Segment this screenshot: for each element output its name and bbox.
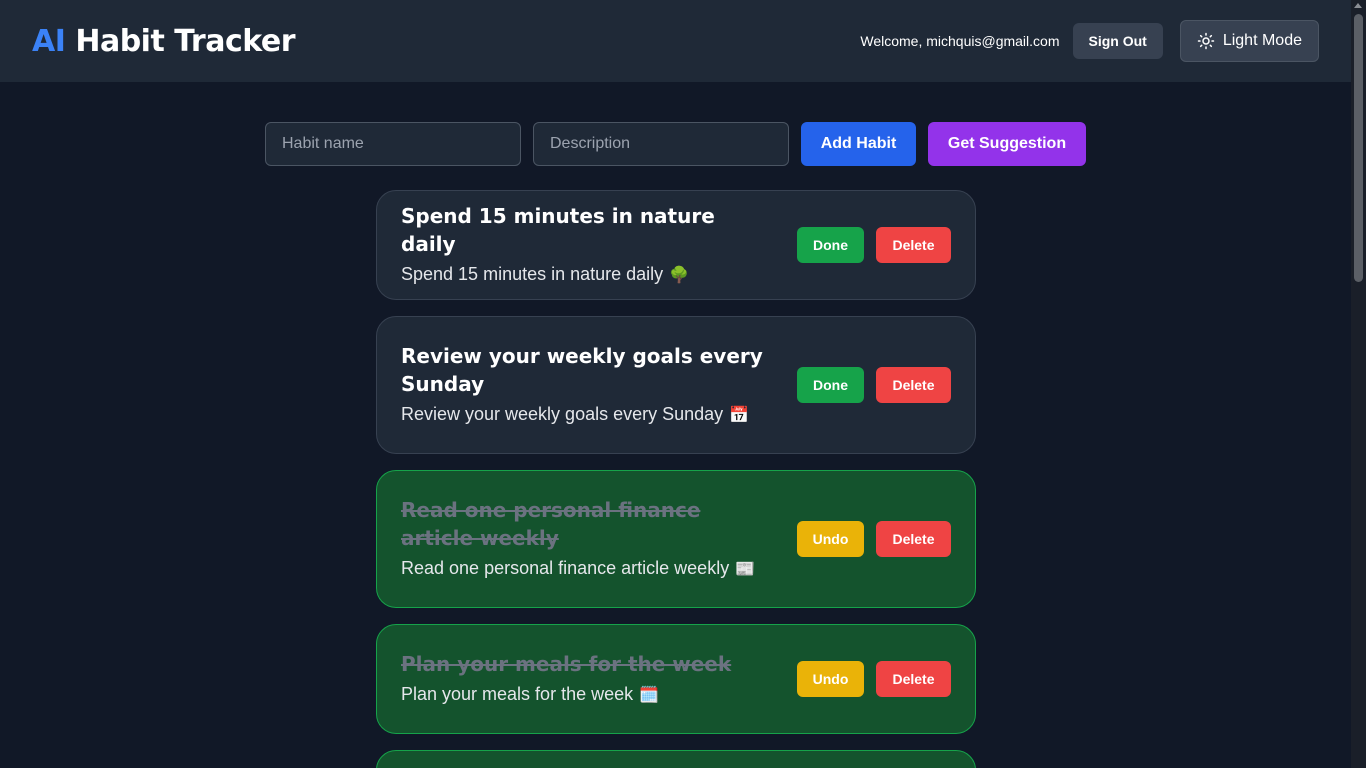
habit-actions: Done Delete <box>797 227 951 263</box>
newspaper-icon: 📰 <box>735 561 756 578</box>
logo-ai-text: AI <box>32 23 66 59</box>
sign-out-button[interactable]: Sign Out <box>1072 23 1163 59</box>
done-button[interactable]: Done <box>797 227 864 263</box>
delete-button[interactable]: Delete <box>876 661 951 697</box>
habit-actions: Undo Delete <box>797 521 951 557</box>
habit-description-text: Read one personal finance article weekly <box>401 558 730 578</box>
habit-description-input[interactable] <box>533 122 789 166</box>
get-suggestion-button[interactable]: Get Suggestion <box>928 122 1086 166</box>
page-scrollbar[interactable] <box>1351 0 1366 768</box>
habit-actions: Undo Delete <box>797 661 951 697</box>
logo-title-text: Habit Tracker <box>75 23 296 59</box>
habit-text: Read one personal finance article weekly… <box>401 496 797 582</box>
habit-title: Plan your meals for the week <box>401 652 732 676</box>
welcome-text: Welcome, michquis@gmail.com <box>860 33 1060 49</box>
habit-description: Spend 15 minutes in nature daily 🌳 <box>401 262 769 288</box>
habit-title: Read one personal finance article weekly <box>401 498 701 550</box>
habit-text: Spend 15 minutes in nature daily Spend 1… <box>401 202 797 288</box>
sun-icon <box>1197 32 1215 50</box>
habit-card-completed: Read one personal finance article weekly… <box>376 470 976 608</box>
calendar-icon: 📅 <box>729 407 750 424</box>
habit-card-completed: Plan your meals for the week Plan your m… <box>376 624 976 734</box>
habit-description-text: Plan your meals for the week <box>401 684 634 704</box>
habit-description: Plan your meals for the week 🗓️ <box>401 682 769 708</box>
light-mode-label: Light Mode <box>1222 32 1302 49</box>
delete-button[interactable]: Delete <box>876 367 951 403</box>
habit-description: Review your weekly goals every Sunday 📅 <box>401 402 769 428</box>
habit-text: Plan your meals for the week Plan your m… <box>401 650 797 708</box>
habit-card-partial <box>376 750 976 768</box>
habit-list: Spend 15 minutes in nature daily Spend 1… <box>376 190 976 768</box>
undo-button[interactable]: Undo <box>797 661 864 697</box>
header-actions: Welcome, michquis@gmail.com Sign Out Lig… <box>860 20 1319 62</box>
habit-description-text: Review your weekly goals every Sunday <box>401 404 724 424</box>
tree-icon: 🌳 <box>669 267 690 284</box>
undo-button[interactable]: Undo <box>797 521 864 557</box>
light-mode-button[interactable]: Light Mode <box>1179 20 1319 62</box>
habit-text: Review your weekly goals every Sunday Re… <box>401 342 797 428</box>
app-logo: AI Habit Tracker <box>32 23 296 59</box>
habit-card: Review your weekly goals every Sunday Re… <box>376 316 976 454</box>
habit-name-input[interactable] <box>265 122 521 166</box>
habit-description: Read one personal finance article weekly… <box>401 556 769 582</box>
scrollbar-thumb[interactable] <box>1354 14 1363 282</box>
habit-description-text: Spend 15 minutes in nature daily <box>401 264 664 284</box>
done-button[interactable]: Done <box>797 367 864 403</box>
habit-title: Spend 15 minutes in nature daily <box>401 204 715 256</box>
app-header: AI Habit Tracker Welcome, michquis@gmail… <box>0 0 1351 82</box>
add-habit-button[interactable]: Add Habit <box>801 122 916 166</box>
scroll-up-arrow-icon[interactable] <box>1354 3 1362 8</box>
habit-actions: Done Delete <box>797 367 951 403</box>
add-habit-form: Add Habit Get Suggestion <box>265 122 1086 166</box>
habit-card: Spend 15 minutes in nature daily Spend 1… <box>376 190 976 300</box>
habit-title: Review your weekly goals every Sunday <box>401 344 763 396</box>
delete-button[interactable]: Delete <box>876 521 951 557</box>
delete-button[interactable]: Delete <box>876 227 951 263</box>
spiral-calendar-icon: 🗓️ <box>639 687 660 704</box>
